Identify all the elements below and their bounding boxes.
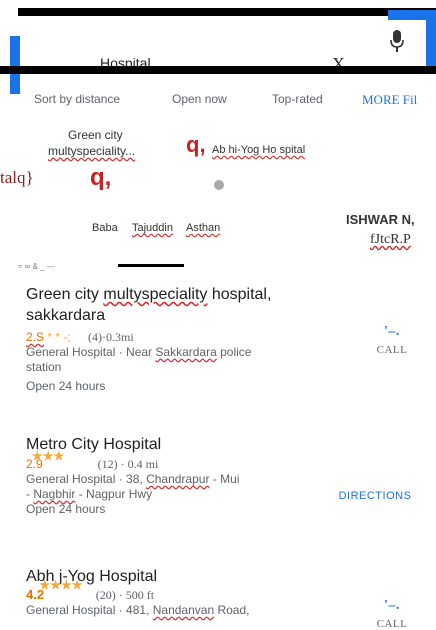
result-title-part: multyspeciality [103, 286, 208, 303]
result-meta: General Hospital · 38, Chandrapur - Mui [26, 472, 426, 487]
map-label-multyspeciality[interactable]: multyspeciality... [48, 144, 135, 158]
call-label: CALL [376, 344, 408, 356]
meta-text: Road, [214, 603, 250, 617]
meta-link: Sakkardara [155, 345, 217, 359]
review-distance: (12) · 0.4 mi [97, 457, 159, 471]
result-hours: Open 24 hours [26, 502, 106, 516]
result-rating-row: 2.9 ★★★ (12) · 0.4 mi [26, 449, 426, 472]
call-icon: '–. [384, 324, 400, 339]
search-bar: X [0, 8, 436, 94]
result-title[interactable]: Abh j-Yog Hospital [26, 566, 426, 587]
result-title-part: Green city [26, 286, 104, 303]
rating-value: 2.S [26, 330, 45, 344]
call-label: CALL [376, 618, 408, 630]
search-bar-top-border [18, 8, 436, 16]
review-distance: (20) · 500 ft [95, 588, 155, 602]
meta-text: - Nagpur Hwy [75, 487, 153, 501]
list-item[interactable]: Abh j-Yog Hospital 4.2 ★★★★ (20) · 500 f… [26, 566, 426, 618]
map-label-abhi-yog[interactable]: Ab hi-Yog Ho spital [212, 144, 305, 156]
map-label-green-city[interactable]: Green city [68, 128, 123, 142]
review-distance: (4)·0.3mi [88, 330, 134, 344]
map-pin-icon[interactable]: q, [186, 132, 206, 158]
filter-top-rated[interactable]: Top-rated [272, 92, 323, 106]
result-meta: General Hospital · 481, Nandanvan Road, [26, 603, 426, 618]
list-item[interactable]: Green city multyspeciality hospital, sak… [26, 284, 426, 393]
meta-text: General Hospital · 481, [26, 603, 153, 617]
meta-text: General Hospital · Near [26, 345, 156, 359]
mic-icon[interactable] [390, 30, 404, 54]
result-title-line2: sakkardara [26, 307, 106, 324]
sheet-drag-handle[interactable] [118, 264, 184, 267]
map-tiny-marks: ≈ ∞ & _ --- [18, 262, 55, 271]
filter-sort-by-distance[interactable]: Sort by distance [34, 92, 120, 106]
map-label-ishwar[interactable]: ISHWAR N, [346, 212, 415, 227]
result-rating-row: 2.S * * -; (4)·0.3mi [26, 330, 426, 345]
rating-stars: ★★★ [32, 449, 65, 463]
meta-text: - Mui [209, 472, 240, 486]
meta-link: Chandrapur [146, 472, 210, 486]
result-title[interactable]: Metro City Hospital [26, 434, 426, 455]
map-label-tajuddin[interactable]: Tajuddin [132, 222, 173, 234]
map-pin-icon[interactable]: q, [90, 164, 111, 192]
meta-text: police [216, 345, 252, 359]
map-label-asthan[interactable]: Asthan [186, 222, 220, 234]
filter-open-now[interactable]: Open now [172, 92, 227, 106]
map-label-baba[interactable]: Baba [92, 222, 118, 234]
meta-link: Nandanvan [152, 603, 215, 617]
result-rating-row: 4.2 ★★★★ (20) · 500 ft [26, 578, 426, 603]
result-meta: General Hospital · Near Sakkardara polic… [26, 345, 426, 360]
rating-stars: ★★★★ [39, 578, 83, 592]
result-hours: Open 24 hours [26, 379, 106, 393]
result-title[interactable]: Green city multyspeciality hospital, [26, 284, 426, 305]
search-bar-bottom-border [0, 66, 436, 74]
filter-row: Sort by distance Open now Top-rated MORE… [0, 92, 436, 112]
filter-more[interactable]: MORE Fil [362, 92, 417, 108]
list-item[interactable]: Metro City Hospital 2.9 ★★★ (12) · 0.4 m… [26, 434, 426, 516]
search-bar-left-accent [10, 36, 20, 94]
call-button[interactable]: '–. CALL [370, 598, 414, 630]
result-title-part: hospital, [207, 286, 272, 303]
directions-button[interactable]: DIRECTIONS [330, 490, 420, 502]
meta-link: Nagbhir [33, 487, 76, 501]
map-label-talq: talq} [0, 168, 34, 187]
map-location-dot [214, 180, 224, 190]
call-button[interactable]: '–. CALL [370, 324, 414, 356]
map-view[interactable]: Green city multyspeciality... q, Ab hi-Y… [0, 120, 436, 272]
call-icon: '–. [384, 598, 400, 613]
search-bar-right-edge [426, 10, 436, 74]
meta-text: General Hospital · 38, [26, 472, 147, 486]
map-label-fjtcr[interactable]: fJtcR.P [370, 232, 411, 248]
rating-stars: * * -; [47, 330, 71, 344]
result-meta-line2: station [26, 360, 62, 374]
